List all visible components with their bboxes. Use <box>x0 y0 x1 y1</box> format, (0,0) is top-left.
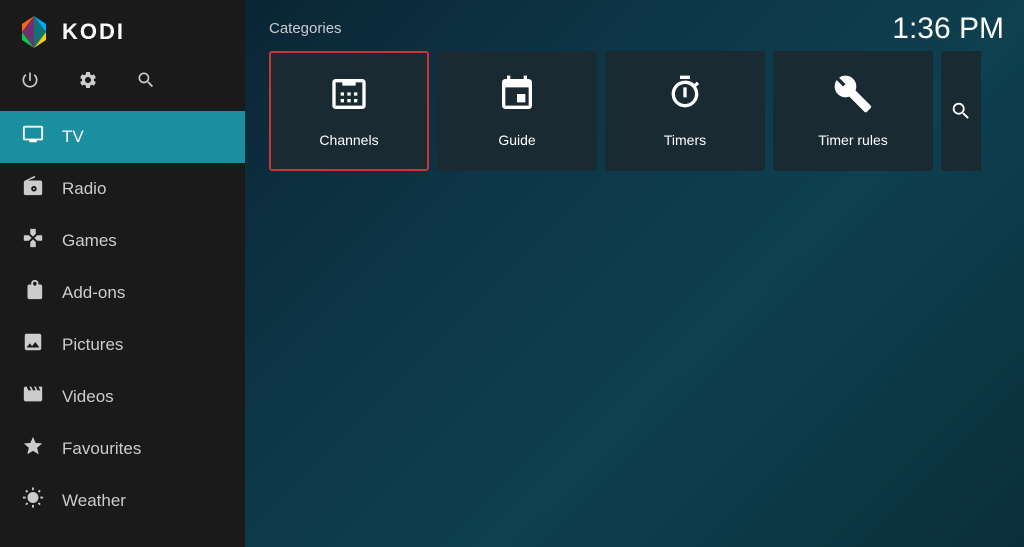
settings-button[interactable] <box>74 66 102 99</box>
radio-icon <box>20 175 46 203</box>
favourites-icon <box>20 435 46 463</box>
main-content: 1:36 PM Categories Channels Guide <box>245 0 1024 547</box>
app-title: KODI <box>62 19 125 45</box>
power-icon <box>20 70 40 90</box>
sidebar-nav: TV Radio Games Add-o <box>0 111 245 547</box>
sidebar-item-videos-label: Videos <box>62 387 114 407</box>
tv-icon <box>20 123 46 151</box>
sidebar-item-games[interactable]: Games <box>0 215 245 267</box>
games-icon <box>20 227 46 255</box>
app-logo-area: KODI <box>0 0 245 58</box>
category-grid: Channels Guide Timers <box>269 51 1000 171</box>
kodi-logo-icon <box>16 14 52 50</box>
settings-icon <box>78 70 98 90</box>
channels-label: Channels <box>319 132 378 148</box>
category-timers[interactable]: Timers <box>605 51 765 171</box>
videos-icon <box>20 383 46 411</box>
sidebar-item-videos[interactable]: Videos <box>0 371 245 423</box>
timer-rules-icon <box>833 74 873 122</box>
guide-icon <box>497 74 537 122</box>
search-partial-icon <box>950 100 972 122</box>
sidebar-item-favourites[interactable]: Favourites <box>0 423 245 475</box>
category-timer-rules[interactable]: Timer rules <box>773 51 933 171</box>
search-icon <box>136 70 156 90</box>
category-channels[interactable]: Channels <box>269 51 429 171</box>
timers-icon <box>665 74 705 122</box>
sidebar-item-radio[interactable]: Radio <box>0 163 245 215</box>
sidebar-item-addons-label: Add-ons <box>62 283 125 303</box>
channels-icon <box>329 74 369 122</box>
sidebar-item-addons[interactable]: Add-ons <box>0 267 245 319</box>
sidebar-item-tv[interactable]: TV <box>0 111 245 163</box>
timers-label: Timers <box>664 132 706 148</box>
sidebar-item-favourites-label: Favourites <box>62 439 141 459</box>
pictures-icon <box>20 331 46 359</box>
weather-icon <box>20 487 46 515</box>
sidebar-item-weather-label: Weather <box>62 491 126 511</box>
sidebar-top-icons <box>0 58 245 111</box>
sidebar-item-tv-label: TV <box>62 127 84 147</box>
sidebar-item-weather[interactable]: Weather <box>0 475 245 527</box>
category-search-partial[interactable] <box>941 51 981 171</box>
search-button[interactable] <box>132 66 160 99</box>
sidebar-item-radio-label: Radio <box>62 179 106 199</box>
addons-icon <box>20 279 46 307</box>
guide-label: Guide <box>498 132 535 148</box>
sidebar-item-games-label: Games <box>62 231 117 251</box>
sidebar-item-pictures-label: Pictures <box>62 335 123 355</box>
sidebar-item-pictures[interactable]: Pictures <box>0 319 245 371</box>
categories-heading: Categories <box>269 20 1000 37</box>
timer-rules-label: Timer rules <box>818 132 888 148</box>
sidebar: KODI TV <box>0 0 245 547</box>
clock-display: 1:36 PM <box>892 12 1004 46</box>
power-button[interactable] <box>16 66 44 99</box>
category-guide[interactable]: Guide <box>437 51 597 171</box>
